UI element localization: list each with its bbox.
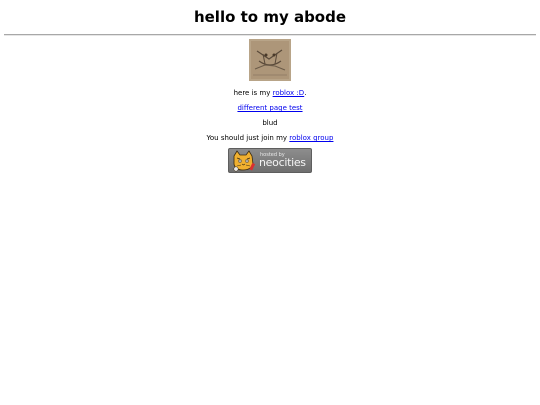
avatar-container <box>0 39 540 82</box>
neocities-brand-label: neocities <box>259 156 306 169</box>
different-page-line: different page test <box>0 104 540 113</box>
blud-text: blud <box>262 119 278 127</box>
roblox-profile-link[interactable]: roblox :D <box>273 89 305 97</box>
avatar-image-icon <box>249 39 291 81</box>
badge-container: hosted by neocities <box>0 148 540 173</box>
roblox-profile-prefix: here is my <box>233 89 273 97</box>
roblox-group-link[interactable]: roblox group <box>289 134 333 142</box>
neocities-badge-link[interactable]: hosted by neocities <box>228 148 312 173</box>
different-page-link[interactable]: different page test <box>237 104 302 112</box>
roblox-group-prefix: You should just join my <box>206 134 290 142</box>
neocities-cat-icon <box>231 150 257 176</box>
roblox-group-line: You should just join my roblox group <box>0 134 540 143</box>
roblox-profile-line: here is my roblox :D. <box>0 89 540 98</box>
header-divider <box>4 34 536 36</box>
page-title: hello to my abode <box>193 8 347 26</box>
page: hello to my abode here is my roblox :D. … <box>0 0 540 405</box>
roblox-profile-suffix: . <box>304 89 307 97</box>
